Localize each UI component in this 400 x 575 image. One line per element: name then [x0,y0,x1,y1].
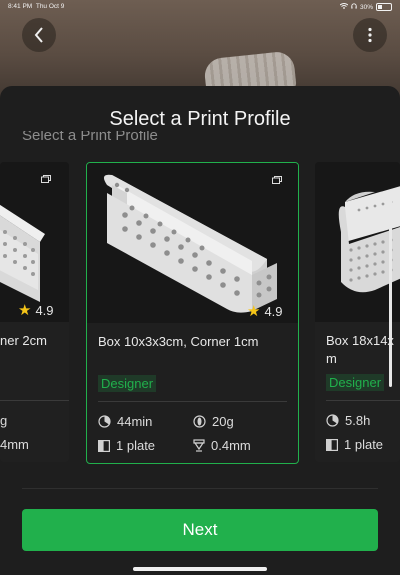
plate-icon [98,439,110,452]
nozzle-icon [193,439,205,452]
profile-name: Box 18x14x [326,333,394,348]
rating: ★ 4.9 [247,302,283,320]
status-time-text: 8:41 PM [8,3,33,10]
print-time-value: 44min [117,414,153,429]
back-button[interactable] [22,18,56,52]
filament-weight: 20g [193,414,234,429]
nozzle-size-value: 4mm [0,437,29,452]
copy-icon [41,175,51,183]
battery-percent: 30% [359,3,373,11]
card-divider [0,400,69,401]
filament-spool-icon [193,415,206,428]
clock-icon [326,414,339,427]
plate-icon [326,438,338,451]
designer-badge: Designer [326,374,385,391]
battery-icon [376,3,392,11]
rating: ★ 4.9 [18,301,54,319]
star-icon: ★ [247,303,261,320]
profile-name-line2: m [326,351,337,366]
plate-count-value: 1 plate [116,438,156,453]
designer-badge: Designer [98,375,157,392]
filament-weight-value: 20g [212,414,234,429]
card-thumbnail [315,162,400,322]
profile-card-selected[interactable]: ★ 4.9 Box 10x3x3cm, Corner 1cm Designer 4… [86,162,299,464]
status-time: 8:41 PM Thu Oct 9 [8,3,64,10]
plate-count-value: 1 plate [344,437,384,452]
copy-icon [272,176,282,184]
print-time-value: 5.8h [345,413,371,428]
headphones-icon [351,3,357,11]
footer-divider [22,488,378,489]
chevron-left-icon [34,27,43,43]
plate-count: 1 plate [326,437,383,452]
print-weight-value: g [0,413,8,428]
card-thumbnail [0,162,69,322]
basket-image [103,174,277,313]
print-time: 5.8h [326,413,370,428]
nozzle-size: 4mm [0,437,29,452]
card-divider [98,401,287,402]
print-weight: g [0,413,7,428]
card-divider [326,400,400,401]
basket-image [338,186,400,293]
plate-count: 1 plate [98,438,155,453]
ghost-title: Select a Print Profile [0,131,400,146]
card-thumbnail [87,163,298,323]
status-date: Thu Oct 9 [35,3,65,10]
profile-name: Box 10x3x3cm, Corner 1cm [98,334,259,349]
sheet-title: Select a Print Profile [109,108,291,130]
more-vertical-icon [368,27,372,43]
ghost-title-text: Select a Print Profile [22,131,158,144]
profile-name: ner 2cm [0,333,47,348]
star-icon: ★ [18,302,32,319]
nozzle-size: 0.4mm [193,438,251,453]
nozzle-size-value: 0.4mm [211,438,251,453]
vertical-scrollbar[interactable] [389,195,392,387]
rating-value: 4.9 [264,303,283,319]
basket-image [0,204,45,302]
next-button[interactable]: Next [22,509,378,551]
status-bar: 8:41 PM Thu Oct 9 30% [0,0,400,14]
profile-card-right[interactable]: Box 18x14x m Designer 5.8h 1 plate [315,162,400,462]
home-indicator[interactable] [133,567,267,571]
wifi-icon [339,3,349,11]
profile-card-left[interactable]: ★ 4.9 ner 2cm g 4mm [0,162,69,462]
rating-value: 4.9 [35,302,54,318]
print-time: 44min [98,414,152,429]
more-options-button[interactable] [353,18,387,52]
clock-icon [98,415,111,428]
status-right: 30% [339,3,392,11]
